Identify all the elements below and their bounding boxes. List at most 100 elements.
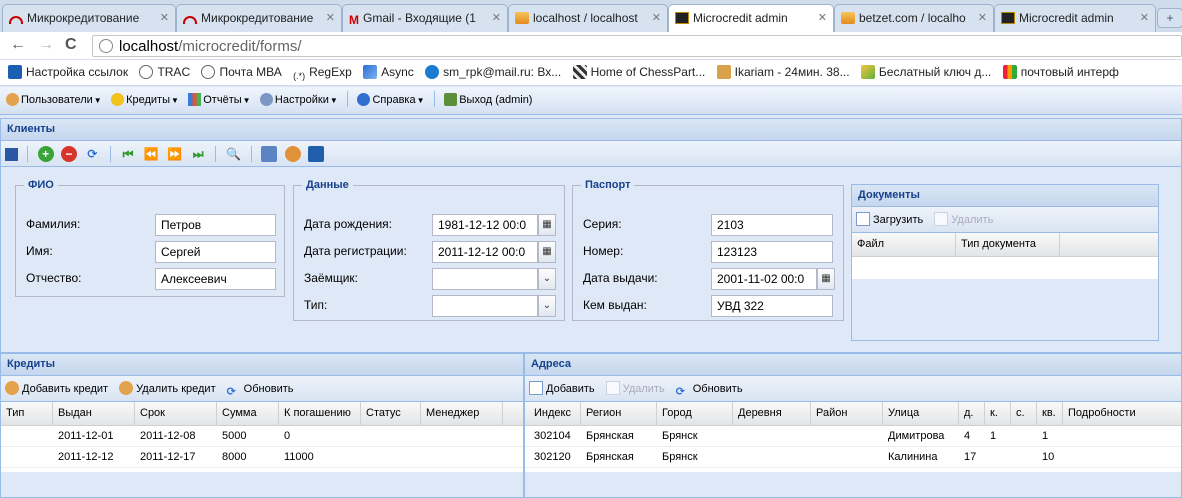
last-name-field[interactable]: Петров xyxy=(155,214,276,236)
issue-date-field[interactable]: 2001-11-02 00:0 xyxy=(711,268,817,290)
bookmark[interactable]: Home of ChessPart... xyxy=(572,65,705,79)
first-record-icon[interactable]: ⏮ xyxy=(120,146,136,162)
url-input[interactable]: localhost/microcredit/forms/ xyxy=(92,35,1182,57)
menu-credits[interactable]: Кредиты▼ xyxy=(111,93,179,106)
close-tab-icon[interactable]: ✕ xyxy=(818,11,827,24)
add-credit-button[interactable]: Добавить кредит xyxy=(5,381,108,395)
save-icon[interactable] xyxy=(5,148,18,161)
column-header[interactable]: Деревня xyxy=(733,402,811,426)
close-tab-icon[interactable]: ✕ xyxy=(492,11,501,24)
table-row[interactable]: 302104 Брянская Брянск Димитрова 4 1 1 xyxy=(525,426,1181,447)
chevron-down-icon[interactable]: ⌄ xyxy=(538,268,556,290)
browser-tab[interactable]: Микрокредитование ✕ xyxy=(176,4,342,32)
browser-tab[interactable]: betzet.com / localho ✕ xyxy=(834,4,994,32)
search-icon[interactable]: 🔍 xyxy=(226,146,242,162)
browser-tab[interactable]: Microcredit admin ✕ xyxy=(994,4,1156,32)
delete-credit-button[interactable]: Удалить кредит xyxy=(119,381,216,395)
calendar-icon[interactable]: ▦ xyxy=(538,241,556,263)
close-tab-icon[interactable]: ✕ xyxy=(326,11,335,24)
table-row[interactable]: 302120 Брянская Брянск Калинина 17 10 xyxy=(525,447,1181,468)
column-header[interactable]: Район xyxy=(811,402,883,426)
bookmark[interactable]: sm_rpk@mail.ru: Вх... xyxy=(425,65,561,79)
edit-form-icon[interactable] xyxy=(261,146,278,162)
browser-tab[interactable]: Микрокредитование ✕ xyxy=(2,4,176,32)
table-cell xyxy=(361,447,421,468)
add-icon[interactable]: + xyxy=(37,146,54,162)
column-header[interactable]: Тип xyxy=(1,402,53,426)
issued-by-field[interactable]: УВД 322 xyxy=(711,295,833,317)
last-record-icon[interactable]: ⏭ xyxy=(190,146,206,162)
bookmark[interactable]: TRAC xyxy=(139,65,190,79)
borrower-select[interactable] xyxy=(432,268,538,290)
column-header[interactable]: Менеджер xyxy=(421,402,503,426)
column-header[interactable]: Подробности xyxy=(1063,402,1181,426)
series-field[interactable]: 2103 xyxy=(711,214,833,236)
column-header[interactable]: Тип документа xyxy=(956,233,1060,257)
column-header[interactable]: к. xyxy=(985,402,1011,426)
next-record-icon[interactable]: ⏩ xyxy=(167,146,183,162)
bookmark[interactable]: (.*) RegExp xyxy=(293,65,352,83)
caret-down-icon: ▼ xyxy=(242,96,251,105)
column-header[interactable]: Файл xyxy=(852,233,956,257)
close-tab-icon[interactable]: ✕ xyxy=(978,11,987,24)
menu-reports[interactable]: Отчёты▼ xyxy=(188,93,251,106)
menu-help[interactable]: Справка▼ xyxy=(357,93,425,106)
delete-document-button[interactable]: Удалить xyxy=(934,212,993,226)
table-cell xyxy=(811,426,883,447)
refresh-addresses-button[interactable]: ⟳ Обновить xyxy=(676,383,743,399)
menu-users[interactable]: Пользователи▼ xyxy=(6,93,102,106)
menu-settings[interactable]: Настройки▼ xyxy=(259,93,338,106)
table-row[interactable]: 2011-12-01 2011-12-08 5000 0 xyxy=(1,426,523,447)
browser-tab[interactable]: M Gmail - Входящие (1 ✕ xyxy=(342,4,508,32)
help-icon xyxy=(357,93,371,106)
column-header[interactable]: Город xyxy=(657,402,733,426)
table-cell: Брянск xyxy=(662,451,698,463)
previous-record-icon[interactable]: ⏪ xyxy=(143,146,159,162)
bookmark[interactable]: почтовый интерф xyxy=(1002,65,1119,79)
coins-icon[interactable] xyxy=(284,146,301,162)
back-arrow-icon[interactable]: ← xyxy=(10,37,26,53)
reload-icon[interactable]: C xyxy=(65,37,77,53)
refresh-icon[interactable]: ⟳ xyxy=(84,146,100,162)
column-header[interactable]: Срок xyxy=(135,402,217,426)
column-header[interactable]: Статус xyxy=(361,402,421,426)
column-header[interactable]: Регион xyxy=(581,402,657,426)
calendar-icon[interactable]: ▦ xyxy=(538,214,556,236)
bookmark[interactable]: Ikariam - 24мин. 38... xyxy=(716,65,850,79)
chevron-down-icon[interactable]: ⌄ xyxy=(538,295,556,317)
upload-document-button[interactable]: Загрузить xyxy=(856,212,923,226)
column-header[interactable]: с. xyxy=(1011,402,1037,426)
phone-icon[interactable] xyxy=(308,146,325,162)
column-header[interactable]: К погашению xyxy=(279,402,361,426)
bookmark[interactable]: Беслатный ключ д... xyxy=(860,65,991,79)
table-row[interactable]: 2011-12-12 2011-12-17 8000 11000 xyxy=(1,447,523,468)
bookmark[interactable]: Почта МВА xyxy=(201,65,282,79)
remove-icon[interactable]: − xyxy=(61,146,78,162)
patronymic-field[interactable]: Алексеевич xyxy=(155,268,276,290)
close-tab-icon[interactable]: ✕ xyxy=(652,11,661,24)
column-header[interactable]: д. xyxy=(959,402,985,426)
type-select[interactable] xyxy=(432,295,538,317)
browser-tab[interactable]: localhost / localhost ✕ xyxy=(508,4,668,32)
refresh-credits-button[interactable]: ⟳ Обновить xyxy=(227,383,294,399)
calendar-icon[interactable]: ▦ xyxy=(817,268,835,290)
column-header[interactable]: Сумма xyxy=(217,402,279,426)
delete-address-button[interactable]: Удалить xyxy=(605,381,665,395)
close-tab-icon[interactable]: ✕ xyxy=(160,11,169,24)
registration-date-field[interactable]: 2011-12-12 00:0 xyxy=(432,241,538,263)
add-address-button[interactable]: Добавить xyxy=(529,381,595,395)
close-tab-icon[interactable]: ✕ xyxy=(1140,11,1149,24)
browser-tab-active[interactable]: Microcredit admin ✕ xyxy=(668,4,834,33)
bookmark[interactable]: Настройка ссылок xyxy=(8,65,128,79)
column-header[interactable]: Улица xyxy=(883,402,959,426)
number-field[interactable]: 123123 xyxy=(711,241,833,263)
column-header[interactable]: Индекс xyxy=(529,402,581,426)
column-header[interactable]: кв. xyxy=(1037,402,1063,426)
birth-date-field[interactable]: 1981-12-12 00:0 xyxy=(432,214,538,236)
new-tab-button[interactable]: + xyxy=(1157,8,1182,28)
column-header[interactable]: Выдан xyxy=(53,402,135,426)
menu-logout[interactable]: Выход (admin) xyxy=(444,93,532,106)
forward-arrow-icon[interactable]: → xyxy=(38,37,54,53)
bookmark[interactable]: Async xyxy=(363,65,414,79)
first-name-field[interactable]: Сергей xyxy=(155,241,276,263)
